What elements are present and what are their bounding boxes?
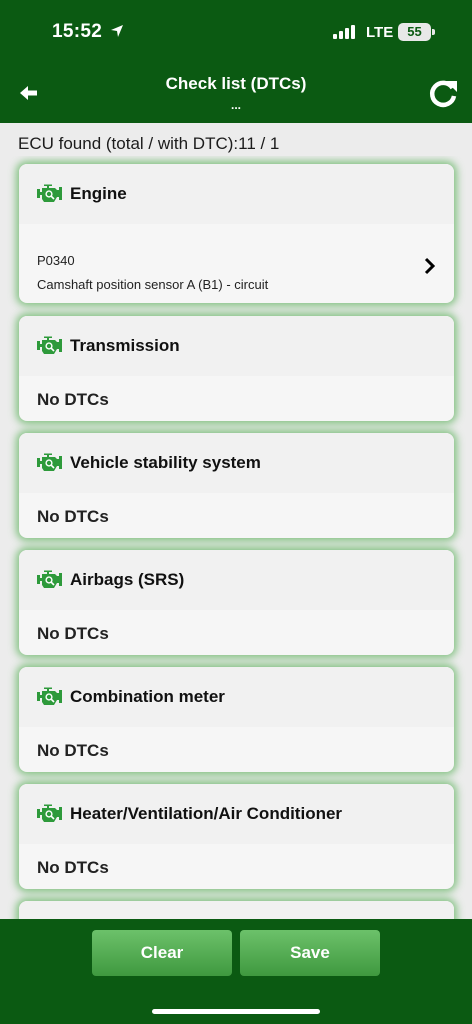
dtc-status: No DTCs [37,507,109,526]
engine-search-icon [37,687,62,705]
ecu-summary: ECU found (total / with DTC):11 / 1 [18,134,280,153]
engine-search-icon [37,804,62,822]
ecu-card-hvac[interactable]: Heater/Ventilation/Air Conditioner No DT… [19,784,454,889]
status-time: 15:52 [52,21,103,42]
card-title: Engine [70,184,127,203]
ecu-card-engine[interactable]: Engine P0340 Camshaft position sensor A … [19,164,454,303]
dtc-code: P0340 [37,253,75,268]
card-title: Airbags (SRS) [70,570,185,589]
dtc-status: No DTCs [37,390,109,409]
ecu-card-combination-meter[interactable]: Combination meter No DTCs [19,667,454,772]
ecu-list[interactable]: Engine P0340 Camshaft position sensor A … [0,156,472,919]
ecu-card-transmission[interactable]: Transmission No DTCs [19,316,454,421]
ecu-card-airbags[interactable]: Airbags (SRS) No DTCs [19,550,454,655]
dtc-status: No DTCs [37,741,109,760]
ecu-card-partial[interactable] [19,901,454,919]
footer-bar: Clear Save [0,919,472,1024]
dtc-status: No DTCs [37,624,109,643]
signal-strength-icon [333,25,357,39]
engine-search-icon [37,570,62,588]
card-header [19,901,454,919]
card-title: Vehicle stability system [70,453,261,472]
save-button[interactable]: Save [240,930,380,976]
page-subtitle: ... [230,98,241,112]
card-title: Combination meter [70,687,225,706]
clear-button[interactable]: Clear [92,930,232,976]
dtc-description: Camshaft position sensor A (B1) - circui… [37,277,269,292]
battery-icon: 55 [398,23,431,41]
card-header: Heater/Ventilation/Air Conditioner [19,784,454,844]
location-arrow-icon [111,25,123,37]
engine-search-icon [37,453,62,471]
card-header: Transmission [19,316,454,376]
page-title: Check list (DTCs) [165,74,307,93]
ecu-card-vehicle-stability[interactable]: Vehicle stability system No DTCs [19,433,454,538]
card-header: Airbags (SRS) [19,550,454,610]
app-header: 15:52 LTE 55 Check list (DTCs) ... [0,0,472,123]
card-header: Combination meter [19,667,454,727]
chevron-right-icon[interactable] [423,257,437,275]
network-type: LTE [366,24,394,41]
card-header: Vehicle stability system [19,433,454,493]
card-title: Heater/Ventilation/Air Conditioner [70,804,343,823]
dtc-status: No DTCs [37,858,109,877]
card-header: Engine [19,164,454,224]
refresh-icon[interactable] [426,76,460,110]
home-indicator[interactable] [152,1009,320,1014]
engine-search-icon [37,336,62,354]
engine-search-icon [37,184,62,202]
battery-tip [432,29,435,35]
card-title: Transmission [70,336,180,355]
